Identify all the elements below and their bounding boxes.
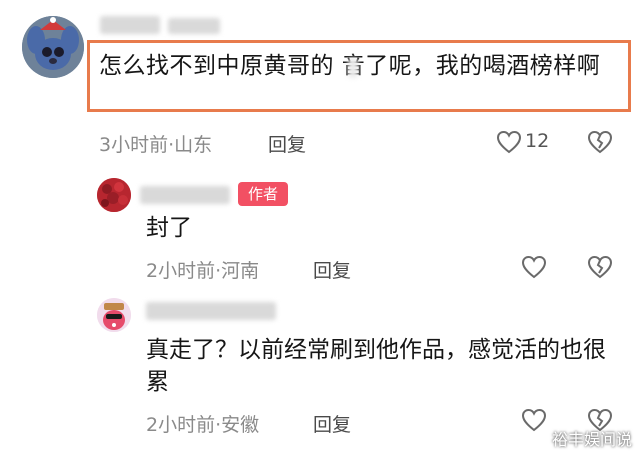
- reply-button[interactable]: 回复: [268, 130, 306, 157]
- author-badge: 作者: [238, 182, 288, 206]
- blurred-word: [348, 58, 358, 78]
- reply-text: 封了: [146, 215, 192, 241]
- reply-button[interactable]: 回复: [313, 256, 351, 283]
- heart-outline-icon[interactable]: [496, 130, 522, 158]
- broken-heart-icon[interactable]: [587, 130, 613, 158]
- reply-timestamp: 2小时前·河南: [146, 260, 260, 282]
- blurred-username: [168, 18, 220, 34]
- blurred-username: [140, 186, 230, 204]
- comment-text: 怎么找不到中原黄哥的 音了呢，我的喝酒榜样啊: [99, 53, 601, 79]
- blurred-username: [100, 16, 160, 34]
- reply-timestamp: 2小时前·安徽: [146, 414, 260, 436]
- avatar[interactable]: [22, 16, 84, 78]
- heart-outline-icon[interactable]: [521, 408, 547, 436]
- blurred-username: [146, 302, 276, 320]
- watermark: 裕丰娱间说: [551, 430, 632, 449]
- avatar[interactable]: [97, 298, 131, 332]
- avatar[interactable]: [97, 178, 131, 212]
- reply-text: 真走了？以前经常刷到他作品，感觉活的也很累: [146, 337, 606, 395]
- heart-outline-icon[interactable]: [521, 255, 547, 283]
- reply-button[interactable]: 回复: [313, 410, 351, 437]
- like-count: 12: [525, 130, 550, 152]
- comment-timestamp: 3小时前·山东: [99, 134, 213, 156]
- broken-heart-icon[interactable]: [587, 255, 613, 283]
